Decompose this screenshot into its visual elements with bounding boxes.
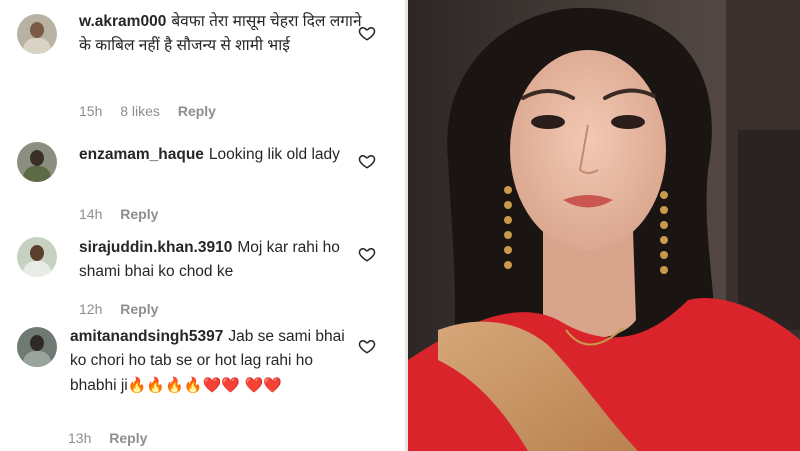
comment-text: amitanandsingh5397 Jab se sami bhai ko ch… [70,325,352,398]
comment-time: 13h [68,430,92,446]
avatar[interactable] [17,14,57,54]
comments-panel: w.akram000 बेवफा तेरा मासूम चेहरा दिल लगा… [0,0,405,451]
avatar[interactable] [17,237,57,277]
comment-emojis: 🔥🔥🔥🔥❤️❤️ ❤️❤️ [127,376,282,394]
reply-button[interactable]: Reply [120,301,158,317]
comment-likes[interactable]: 8 likes [120,103,160,119]
portrait-illustration [408,0,800,451]
comment-meta: 12h Reply [79,301,172,317]
comment-username[interactable]: enzamam_haque [79,146,204,163]
reply-button[interactable]: Reply [120,206,158,222]
heart-outline-icon[interactable] [358,245,376,263]
heart-outline-icon[interactable] [358,24,376,42]
comment-text: sirajuddin.khan.3910 Moj kar rahi ho sham… [79,236,364,284]
comment-username[interactable]: sirajuddin.khan.3910 [79,239,232,256]
heart-outline-icon[interactable] [358,152,376,170]
heart-outline-icon[interactable] [358,337,376,355]
post-photo [408,0,800,451]
comment-text: enzamam_haque Looking lik old lady [79,143,364,167]
comment-text: w.akram000 बेवफा तेरा मासूम चेहरा दिल लगा… [79,10,364,58]
comment-body: Looking lik old lady [208,146,340,163]
comment-meta: 15h 8 likes Reply [79,103,230,119]
comment-time: 15h [79,103,103,119]
comment-time: 12h [79,301,103,317]
avatar[interactable] [17,142,57,182]
comment-meta: 13h Reply [68,430,161,446]
reply-button[interactable]: Reply [178,103,216,119]
comment-meta: 14h Reply [79,206,172,222]
comment-time: 14h [79,206,103,222]
reply-button[interactable]: Reply [109,430,147,446]
avatar[interactable] [17,327,57,367]
comment-username[interactable]: amitanandsingh5397 [70,328,223,345]
comment-username[interactable]: w.akram000 [79,13,166,30]
